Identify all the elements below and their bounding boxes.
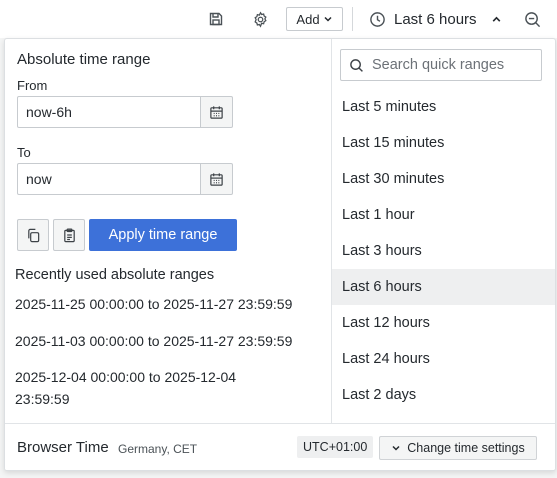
timezone-offset-badge: UTC+01:00 (297, 436, 374, 458)
search-quick-ranges-input[interactable] (372, 57, 532, 73)
calendar-icon (210, 172, 223, 186)
from-calendar-button[interactable] (201, 96, 233, 128)
time-settings-footer: Browser Time Germany, CET UTC+01:00 Chan… (5, 423, 555, 470)
quick-ranges-search[interactable] (340, 49, 542, 81)
dashboard-settings-button[interactable] (248, 8, 272, 30)
timezone-title: Browser Time (17, 439, 109, 456)
to-label: To (17, 145, 31, 160)
quick-range-item[interactable]: Last 12 hours (332, 305, 555, 341)
chevron-down-icon (324, 16, 332, 22)
quick-range-item[interactable]: Last 24 hours (332, 341, 555, 377)
quick-range-item[interactable]: Last 2 days (332, 377, 555, 413)
change-time-settings-label: Change time settings (407, 441, 525, 455)
quick-range-item[interactable]: Last 30 minutes (332, 161, 555, 197)
from-input[interactable] (17, 96, 201, 128)
copy-icon (27, 228, 39, 242)
to-field-group (17, 163, 233, 195)
gear-icon (253, 10, 267, 28)
from-label: From (17, 78, 48, 93)
quick-ranges-section: Last 5 minutesLast 15 minutesLast 30 min… (331, 39, 555, 423)
copy-range-button[interactable] (17, 219, 49, 251)
calendar-icon (210, 105, 223, 119)
recent-range-item[interactable]: 2025-11-03 00:00:00 to 2025-11-27 23:59:… (15, 330, 315, 352)
zoom-out-icon (524, 11, 540, 27)
save-icon (209, 12, 223, 26)
absolute-range-title: Absolute time range (17, 51, 151, 68)
apply-time-range-button[interactable]: Apply time range (89, 219, 237, 251)
recent-ranges-title: Recently used absolute ranges (15, 267, 215, 283)
from-field-group (17, 96, 233, 128)
toolbar-divider (352, 7, 353, 31)
time-range-picker-button[interactable]: Last 6 hours (365, 6, 511, 32)
clock-icon (370, 11, 385, 27)
quick-range-item[interactable]: Last 6 hours (332, 269, 555, 305)
chevron-down-icon (392, 445, 400, 451)
recent-range-item[interactable]: 2025-11-25 00:00:00 to 2025-11-27 23:59:… (15, 293, 315, 315)
paste-range-button[interactable] (53, 219, 85, 251)
chevron-up-icon (492, 16, 500, 22)
time-picker-panel: Absolute time range From To (4, 38, 556, 471)
search-icon (350, 58, 363, 72)
time-range-label: Last 6 hours (394, 10, 477, 28)
quick-range-item[interactable]: Last 1 hour (332, 197, 555, 233)
quick-range-item[interactable]: Last 15 minutes (332, 125, 555, 161)
quick-ranges-list: Last 5 minutes Last 15 minutes Last 30 min… (332, 89, 555, 413)
to-input[interactable] (17, 163, 201, 195)
timezone-region: Germany, CET (118, 442, 198, 456)
recent-range-item[interactable]: 2025-12-04 00:00:00 to 2025-12-04 23:59:… (15, 366, 285, 410)
add-button-label: Add (296, 11, 320, 27)
change-time-settings-button[interactable]: Change time settings (379, 436, 537, 460)
absolute-range-section: Absolute time range From To (5, 39, 331, 423)
add-button[interactable]: Add (286, 7, 343, 31)
dashboard-toolbar: Add Last 6 hours (0, 0, 557, 38)
to-calendar-button[interactable] (201, 163, 233, 195)
save-dashboard-button[interactable] (204, 8, 228, 30)
clipboard-icon (63, 228, 75, 242)
quick-range-item[interactable]: Last 3 hours (332, 233, 555, 269)
quick-range-item[interactable]: Last 5 minutes (332, 89, 555, 125)
zoom-out-button[interactable] (520, 7, 544, 31)
